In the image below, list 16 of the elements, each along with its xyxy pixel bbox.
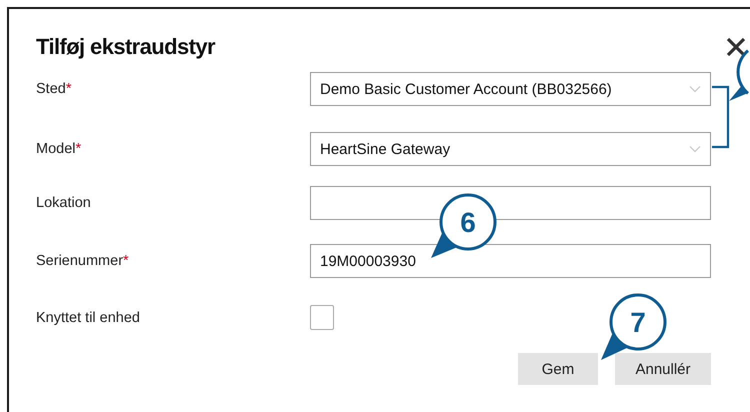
dialog-button[interactable]: Gem (518, 353, 598, 385)
input-field[interactable]: 19M00003930 (310, 244, 711, 278)
select-field[interactable]: HeartSine Gateway (310, 132, 711, 166)
chevron-down-icon (689, 145, 701, 153)
close-icon[interactable] (726, 37, 746, 57)
field-label: Model* (36, 141, 82, 157)
field-label: Knyttet til enhed (36, 310, 141, 326)
chevron-down-icon (689, 85, 701, 93)
bracket-line (712, 86, 730, 148)
dialog-title: Tilføj ekstraudstyr (36, 34, 215, 60)
field-label: Lokation (36, 195, 92, 211)
field-label: Serienummer* (36, 253, 130, 269)
dialog-button[interactable]: Annullér (615, 353, 711, 385)
field-label: Sted* (36, 81, 72, 97)
checkbox[interactable] (310, 305, 334, 330)
select-field[interactable]: Demo Basic Customer Account (BB032566) (310, 72, 711, 106)
